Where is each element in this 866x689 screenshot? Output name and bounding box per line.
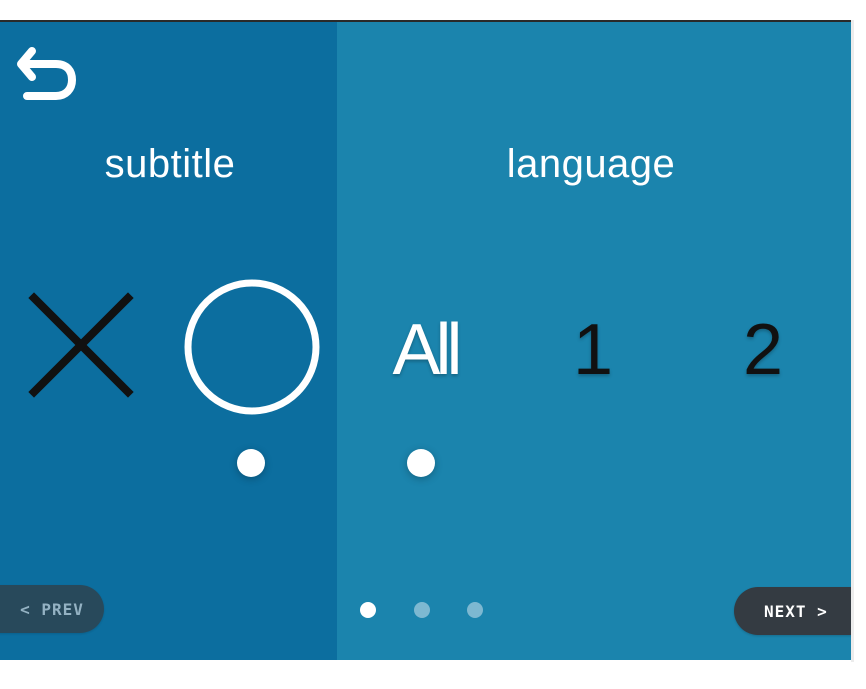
page-indicator bbox=[360, 602, 490, 622]
subtitle-heading: subtitle bbox=[104, 142, 236, 186]
return-arrow-icon bbox=[17, 47, 76, 100]
right-edge-divider bbox=[851, 20, 854, 662]
language-heading: language bbox=[506, 142, 676, 186]
previous-button[interactable]: < PREV bbox=[0, 585, 104, 633]
subtitle-selected-dot bbox=[237, 449, 265, 477]
back-button[interactable] bbox=[14, 46, 78, 104]
language-option-1[interactable]: 1 bbox=[548, 300, 638, 400]
language-option-all[interactable]: All bbox=[370, 300, 480, 400]
language-selected-dot bbox=[407, 449, 435, 477]
language-option-2[interactable]: 2 bbox=[718, 300, 808, 400]
page-dot-current[interactable] bbox=[360, 602, 376, 618]
page-dot-3[interactable] bbox=[467, 602, 483, 618]
close-x-icon bbox=[28, 292, 134, 398]
subtitle-language-settings-screen: subtitle language All 1 2 < PREV NEXT > bbox=[0, 22, 851, 660]
subtitle-off-option[interactable] bbox=[26, 292, 136, 402]
page-dot-2[interactable] bbox=[414, 602, 430, 618]
next-button[interactable]: NEXT > bbox=[734, 587, 851, 635]
circle-icon bbox=[184, 279, 320, 415]
subtitle-on-option[interactable] bbox=[182, 277, 322, 417]
